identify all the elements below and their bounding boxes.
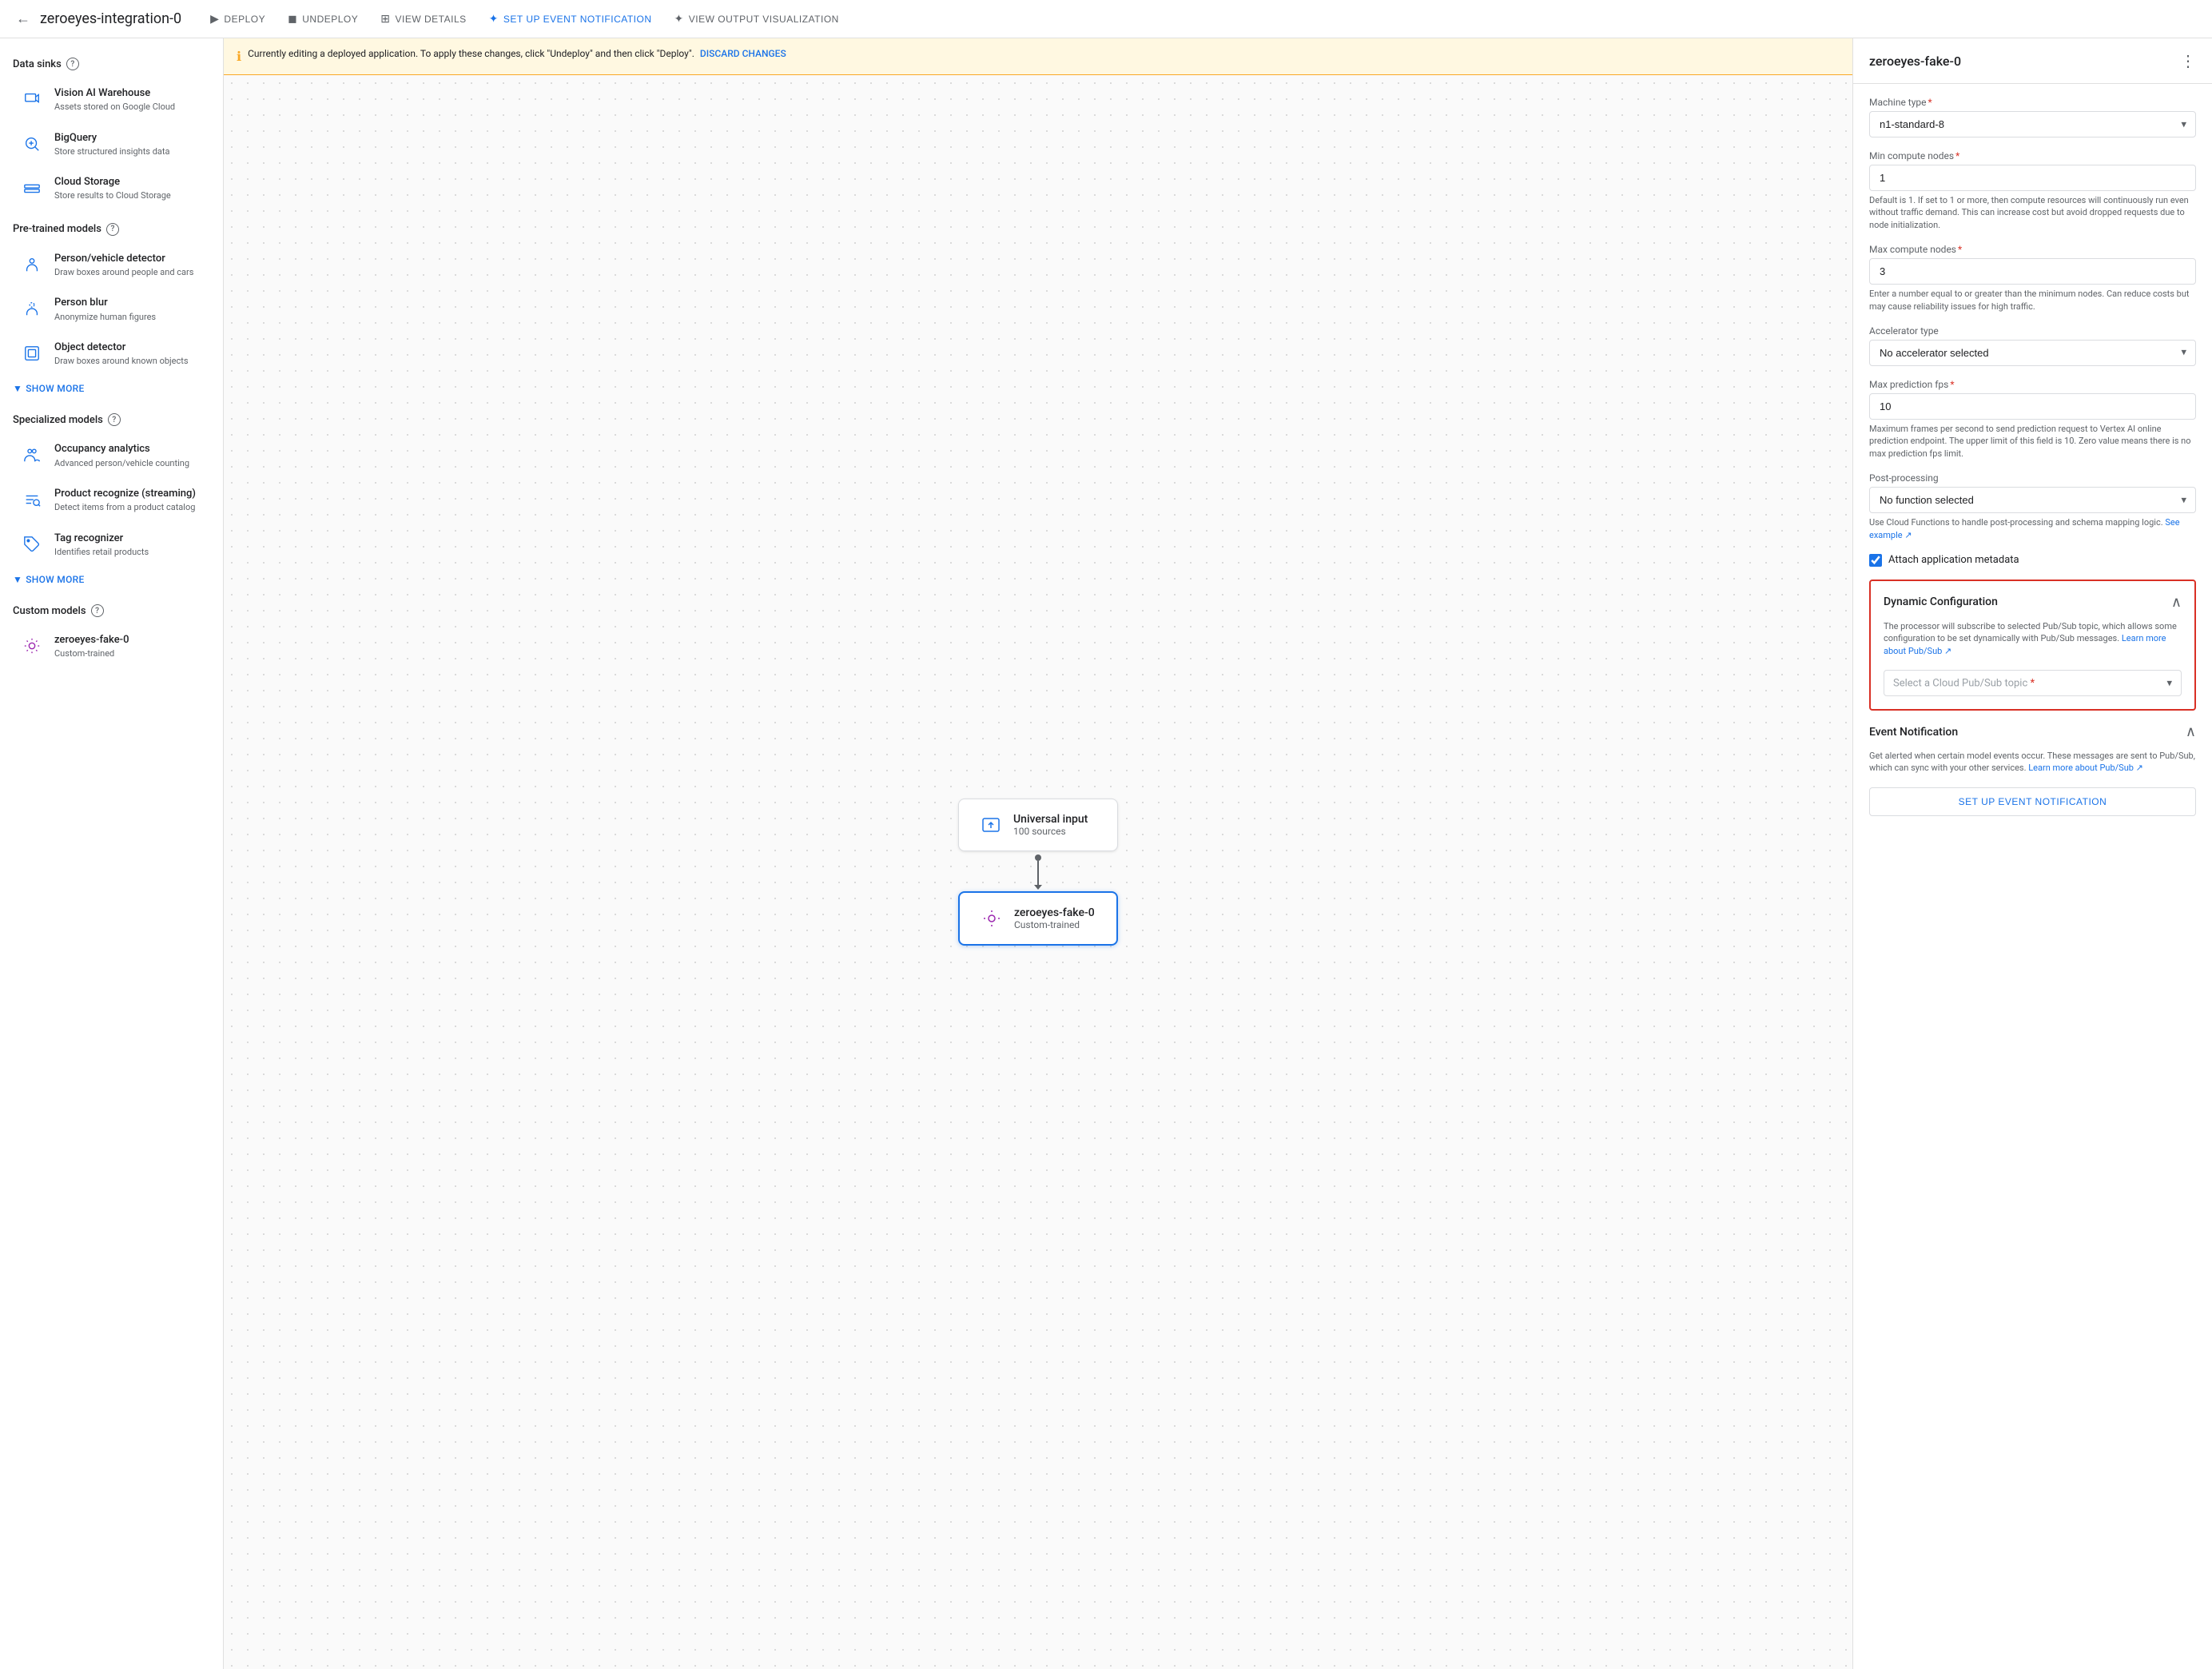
vision-ai-icon xyxy=(19,86,45,112)
sidebar-item-occupancy[interactable]: Occupancy analytics Advanced person/vehi… xyxy=(6,434,217,477)
accelerator-type-field: Accelerator type No accelerator selected… xyxy=(1869,325,2196,366)
tag-recognizer-icon xyxy=(19,532,45,557)
object-detector-icon xyxy=(19,341,45,366)
sidebar-item-bigquery[interactable]: BigQuery Store structured insights data xyxy=(6,123,217,166)
sidebar-item-person-blur[interactable]: Person blur Anonymize human figures xyxy=(6,288,217,331)
view-details-button[interactable]: ⊞ VIEW DETAILS xyxy=(371,7,475,30)
pretrained-help-icon[interactable]: ? xyxy=(106,223,119,236)
min-nodes-field: Min compute nodes * 1 Default is 1. If s… xyxy=(1869,150,2196,231)
dynamic-config-collapse-icon[interactable]: ∧ xyxy=(2171,594,2182,611)
zeroeyes-node[interactable]: zeroeyes-fake-0 Custom-trained xyxy=(958,891,1118,946)
custom-help-icon[interactable]: ? xyxy=(91,604,104,617)
pretrained-header: Pre-trained models ? xyxy=(0,217,223,242)
event-notification-section: Event Notification ∧ Get alerted when ce… xyxy=(1869,723,2196,816)
bigquery-icon xyxy=(19,131,45,157)
event-notification-text: Get alerted when certain model events oc… xyxy=(1869,750,2196,775)
max-fps-field: Max prediction fps * 10 Maximum frames p… xyxy=(1869,379,2196,460)
discard-changes-link[interactable]: DISCARD CHANGES xyxy=(700,48,786,59)
show-more-specialized[interactable]: ▼ SHOW MORE xyxy=(0,568,223,592)
machine-type-select-wrapper: n1-standard-8 n1-standard-4 n1-standard-… xyxy=(1869,111,2196,137)
sidebar-item-object-detector[interactable]: Object detector Draw boxes around known … xyxy=(6,333,217,376)
universal-input-node[interactable]: Universal input 100 sources xyxy=(958,799,1118,851)
info-banner: ℹ Currently editing a deployed applicati… xyxy=(224,38,1852,75)
undeploy-icon: ◼ xyxy=(288,12,297,26)
accelerator-select-wrapper: No accelerator selected NVIDIA Tesla T4 … xyxy=(1869,340,2196,366)
max-fps-input[interactable]: 10 xyxy=(1869,393,2196,420)
panel-header: zeroeyes-fake-0 ⋮ xyxy=(1853,38,2212,84)
max-nodes-field: Max compute nodes * 3 Enter a number equ… xyxy=(1869,244,2196,313)
machine-type-field: Machine type * n1-standard-8 n1-standard… xyxy=(1869,97,2196,137)
specialized-header: Specialized models ? xyxy=(0,407,223,432)
app-title: zeroeyes-integration-0 xyxy=(40,10,181,27)
deploy-button[interactable]: ▶ DEPLOY xyxy=(201,7,275,30)
max-nodes-help: Enter a number equal to or greater than … xyxy=(1869,288,2196,313)
flow-canvas: Universal input 100 sources xyxy=(224,75,1852,1669)
back-button[interactable]: ← xyxy=(13,7,34,30)
post-processing-select-wrapper: No function selected xyxy=(1869,487,2196,513)
sidebar-item-product-recognize[interactable]: Product recognize (streaming) Detect ite… xyxy=(6,479,217,522)
setup-event-nav-icon: ✦ xyxy=(489,12,499,26)
sidebar-item-zeroeyes-fake[interactable]: zeroeyes-fake-0 Custom-trained xyxy=(6,625,217,668)
zeroeyes-node-icon xyxy=(979,906,1005,931)
nav-actions: ▶ DEPLOY ◼ UNDEPLOY ⊞ VIEW DETAILS ✦ SET… xyxy=(201,7,849,30)
specialized-help-icon[interactable]: ? xyxy=(108,413,121,426)
product-recognize-icon xyxy=(19,487,45,512)
center-canvas: ℹ Currently editing a deployed applicati… xyxy=(224,38,1852,1669)
attach-metadata-checkbox[interactable] xyxy=(1869,554,1882,567)
person-blur-icon xyxy=(19,296,45,321)
setup-event-nav-button[interactable]: ✦ SET UP EVENT NOTIFICATION xyxy=(479,7,662,30)
attach-metadata-label: Attach application metadata xyxy=(1888,554,2019,566)
sidebar-item-person-vehicle[interactable]: Person/vehicle detector Draw boxes aroun… xyxy=(6,244,217,287)
event-notification-title: Event Notification xyxy=(1869,726,1958,739)
flow-diagram: Universal input 100 sources xyxy=(958,799,1118,946)
learn-events-link[interactable]: Learn more about Pub/Sub ↗ xyxy=(2028,763,2143,773)
right-panel: zeroeyes-fake-0 ⋮ Machine type * n1-stan… xyxy=(1852,38,2212,1669)
panel-body: Machine type * n1-standard-8 n1-standard… xyxy=(1853,84,2212,829)
info-icon: ℹ xyxy=(237,47,241,66)
dynamic-config-title: Dynamic Configuration xyxy=(1884,596,1998,608)
flow-connector xyxy=(1034,851,1042,891)
machine-type-select[interactable]: n1-standard-8 n1-standard-4 n1-standard-… xyxy=(1869,111,2196,137)
view-output-icon: ✦ xyxy=(674,12,684,26)
data-sinks-help-icon[interactable]: ? xyxy=(66,58,79,70)
custom-model-icon xyxy=(19,633,45,659)
dynamic-config-text: The processor will subscribe to selected… xyxy=(1884,620,2182,657)
sidebar-item-cloud-storage[interactable]: Cloud Storage Store results to Cloud Sto… xyxy=(6,167,217,210)
undeploy-button[interactable]: ◼ UNDEPLOY xyxy=(278,7,368,30)
occupancy-icon xyxy=(19,442,45,468)
max-nodes-input[interactable]: 3 xyxy=(1869,258,2196,285)
cloud-storage-icon xyxy=(19,175,45,201)
universal-input-icon xyxy=(978,812,1004,838)
sidebar-item-tag-recognizer[interactable]: Tag recognizer Identifies retail product… xyxy=(6,524,217,567)
left-sidebar: Data sinks ? Vision AI Warehouse Assets … xyxy=(0,38,224,1669)
more-options-icon[interactable]: ⋮ xyxy=(2180,51,2196,70)
attach-metadata-row: Attach application metadata xyxy=(1869,554,2196,567)
pubsub-topic-select[interactable] xyxy=(1884,670,2182,696)
min-nodes-input[interactable]: 1 xyxy=(1869,165,2196,191)
view-details-icon: ⊞ xyxy=(380,12,390,26)
panel-title: zeroeyes-fake-0 xyxy=(1869,54,1961,69)
pubsub-select-wrapper: Select a Cloud Pub/Sub topic * xyxy=(1884,670,2182,696)
show-more-pretrained[interactable]: ▼ SHOW MORE xyxy=(0,376,223,400)
min-nodes-help: Default is 1. If set to 1 or more, then … xyxy=(1869,194,2196,231)
post-processing-select[interactable]: No function selected xyxy=(1869,487,2196,513)
dynamic-config-section: Dynamic Configuration ∧ The processor wi… xyxy=(1869,580,2196,711)
top-nav: ← zeroeyes-integration-0 ▶ DEPLOY ◼ UNDE… xyxy=(0,0,2212,38)
accelerator-select[interactable]: No accelerator selected NVIDIA Tesla T4 … xyxy=(1869,340,2196,366)
post-processing-help: Use Cloud Functions to handle post-proce… xyxy=(1869,516,2196,541)
setup-event-button[interactable]: SET UP EVENT NOTIFICATION xyxy=(1869,787,2196,816)
main-layout: Data sinks ? Vision AI Warehouse Assets … xyxy=(0,38,2212,1669)
view-output-button[interactable]: ✦ VIEW OUTPUT VISUALIZATION xyxy=(665,7,849,30)
person-vehicle-icon xyxy=(19,252,45,277)
custom-header: Custom models ? xyxy=(0,598,223,623)
deploy-icon: ▶ xyxy=(210,12,219,26)
max-fps-help: Maximum frames per second to send predic… xyxy=(1869,423,2196,460)
post-processing-field: Post-processing No function selected Use… xyxy=(1869,472,2196,541)
data-sinks-header: Data sinks ? xyxy=(0,51,223,77)
event-notification-collapse-icon[interactable]: ∧ xyxy=(2186,723,2196,740)
sidebar-item-vision-ai[interactable]: Vision AI Warehouse Assets stored on Goo… xyxy=(6,78,217,121)
